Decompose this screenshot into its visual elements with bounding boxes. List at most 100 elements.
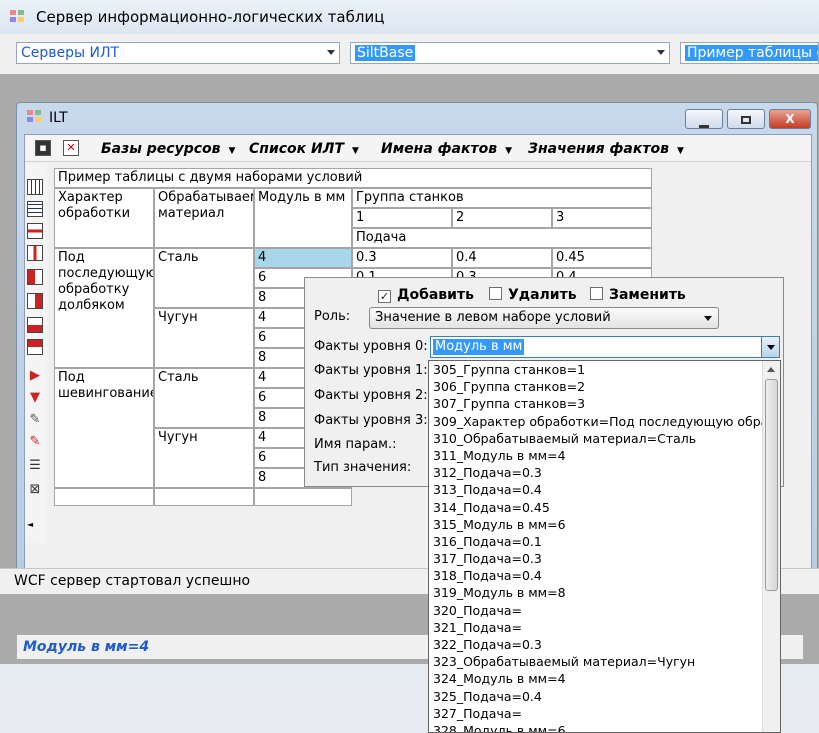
insert-column-icon[interactable] — [27, 179, 43, 195]
move-left-icon[interactable] — [27, 269, 43, 285]
scroll-thumb[interactable] — [765, 379, 778, 591]
module-cell-selected[interactable]: 4 — [254, 248, 352, 268]
selection-status: Модуль в мм=4 — [23, 639, 150, 655]
delete-checkbox[interactable]: Удалить — [489, 287, 577, 303]
scroll-left-icon[interactable]: ◄ — [27, 520, 43, 530]
insert-row-icon[interactable] — [27, 201, 43, 217]
group-cell[interactable]: 2 — [452, 208, 552, 228]
chevron-down-icon — [327, 50, 335, 55]
child-app-icon — [27, 110, 41, 122]
empty-cell[interactable] — [154, 488, 254, 506]
filter-icon[interactable]: ▼ — [27, 391, 43, 407]
dropdown-item[interactable]: 328_Модуль в мм=6 — [429, 722, 762, 732]
menu-fact-names[interactable]: Имена фактов ▼ — [381, 141, 512, 157]
replace-label: Заменить — [609, 287, 686, 303]
next-icon[interactable]: ▶ — [27, 369, 43, 385]
dropdown-scrollbar[interactable] — [762, 361, 780, 732]
maximize-button[interactable] — [727, 109, 765, 129]
group-cell[interactable]: 1 — [352, 208, 452, 228]
save-icon: ▪ — [39, 141, 47, 154]
material-cell[interactable]: Чугун — [154, 428, 254, 488]
dropdown-item[interactable]: 322_Подача=0.3 — [429, 636, 762, 653]
header-cell[interactable]: Модуль в мм — [254, 188, 352, 248]
dropdown-item[interactable]: 325_Подача=0.4 — [429, 688, 762, 705]
condition-cell[interactable]: Под шевингование — [54, 368, 154, 488]
header-cell[interactable]: Группа станков — [352, 188, 652, 208]
delete-row-icon[interactable] — [27, 223, 43, 239]
dropdown-item[interactable]: 327_Подача= — [429, 705, 762, 722]
delete-label: Удалить — [508, 287, 577, 303]
dropdown-item[interactable]: 311_Модуль в мм=4 — [429, 447, 762, 464]
header-cell[interactable]: Характер обработки — [54, 188, 154, 248]
menu-resource-bases[interactable]: Базы ресурсов ▼ — [101, 141, 235, 157]
dropdown-item[interactable]: 306_Группа станков=2 — [429, 378, 762, 395]
delete-icon: ✕ — [66, 141, 76, 154]
dropdown-item[interactable]: 313_Подача=0.4 — [429, 481, 762, 498]
value-type-label: Тип значения: — [314, 460, 412, 475]
header-cell[interactable]: Обрабатываемый материал — [154, 188, 254, 248]
move-up-icon[interactable] — [27, 339, 43, 355]
role-value: Значение в левом наборе условий — [375, 310, 611, 325]
dropdown-item[interactable]: 321_Подача= — [429, 619, 762, 636]
facts-dropdown-list[interactable]: 305_Группа станков=1 306_Группа станков=2… — [428, 360, 781, 733]
child-titlebar[interactable]: ILT X — [17, 103, 817, 133]
facts-level0-combo[interactable]: Модуль в мм — [430, 336, 780, 358]
dropdown-item[interactable]: 309_Характер обработки=Под последующую о… — [429, 413, 762, 430]
tree-cross-icon[interactable]: ⊠ — [27, 483, 43, 499]
empty-cell[interactable] — [54, 488, 154, 506]
database-value: SiltBase — [355, 45, 416, 61]
save-button[interactable]: ▪ — [35, 140, 51, 156]
feed-cell[interactable]: 0.4 — [452, 248, 552, 268]
group-cell[interactable]: 3 — [552, 208, 652, 228]
dropdown-item[interactable]: 320_Подача= — [429, 602, 762, 619]
edit-icon[interactable]: ✎ — [27, 413, 43, 429]
dropdown-button-icon[interactable] — [761, 337, 779, 357]
condition-cell[interactable]: Под последующую обработку долбяком — [54, 248, 154, 368]
close-button[interactable]: X — [769, 109, 811, 129]
dropdown-item[interactable]: 312_Подача=0.3 — [429, 464, 762, 481]
selector-row: Серверы ИЛТ SiltBase Пример таблицы с д — [0, 34, 819, 74]
menu-ilt-list[interactable]: Список ИЛТ ▼ — [249, 141, 359, 157]
tree-icon[interactable]: ☰ — [27, 459, 43, 475]
feed-header-cell[interactable]: Подача — [352, 228, 652, 248]
servers-combo[interactable]: Серверы ИЛТ — [16, 42, 340, 64]
role-combo[interactable]: Значение в левом наборе условий — [369, 307, 719, 329]
table-combo[interactable]: Пример таблицы с д — [680, 42, 819, 64]
menu-fact-values[interactable]: Значения фактов ▼ — [528, 141, 684, 157]
dropdown-item[interactable]: 324_Модуль в мм=4 — [429, 670, 762, 687]
minimize-button[interactable] — [685, 109, 723, 129]
facts-level3-label: Факты уровня 3: — [314, 413, 428, 428]
dropdown-item[interactable]: 317_Подача=0.3 — [429, 550, 762, 567]
param-name-label: Имя парам.: — [314, 437, 397, 452]
dropdown-item[interactable]: 307_Группа станков=3 — [429, 395, 762, 412]
feed-cell[interactable]: 0.45 — [552, 248, 652, 268]
replace-checkbox[interactable]: Заменить — [590, 287, 686, 303]
main-window-title: Сервер информационно-логических таблиц — [36, 8, 385, 26]
feed-cell[interactable]: 0.3 — [352, 248, 452, 268]
dropdown-item[interactable]: 310_Обрабатываемый материал=Сталь — [429, 430, 762, 447]
material-cell[interactable]: Сталь — [154, 248, 254, 308]
material-cell[interactable]: Сталь — [154, 368, 254, 428]
servers-value: Серверы ИЛТ — [21, 45, 120, 61]
facts-level2-label: Факты уровня 2: — [314, 388, 428, 403]
delete-column-icon[interactable] — [27, 245, 43, 261]
dropdown-item[interactable]: 315_Модуль в мм=6 — [429, 516, 762, 533]
menu-label: Список ИЛТ — [249, 141, 344, 157]
add-checkbox[interactable]: ✓ Добавить — [378, 287, 474, 303]
edit-red-icon[interactable]: ✎ — [27, 435, 43, 451]
table-title-cell[interactable]: Пример таблицы с двумя наборами условий — [54, 168, 652, 188]
dropdown-item[interactable]: 314_Подача=0.45 — [429, 499, 762, 516]
checkbox-empty-icon — [590, 287, 603, 300]
dropdown-item[interactable]: 319_Модуль в мм=8 — [429, 584, 762, 601]
material-cell[interactable]: Чугун — [154, 308, 254, 368]
scroll-up-icon[interactable] — [767, 367, 775, 372]
move-right-icon[interactable] — [27, 293, 43, 309]
dropdown-item[interactable]: 316_Подача=0.1 — [429, 533, 762, 550]
database-combo[interactable]: SiltBase — [350, 42, 670, 64]
dropdown-item[interactable]: 305_Группа станков=1 — [429, 361, 762, 378]
move-down-icon[interactable] — [27, 317, 43, 333]
dropdown-item[interactable]: 318_Подача=0.4 — [429, 567, 762, 584]
empty-cell[interactable] — [254, 488, 352, 506]
dropdown-item[interactable]: 323_Обрабатываемый материал=Чугун — [429, 653, 762, 670]
delete-button[interactable]: ✕ — [63, 140, 79, 156]
